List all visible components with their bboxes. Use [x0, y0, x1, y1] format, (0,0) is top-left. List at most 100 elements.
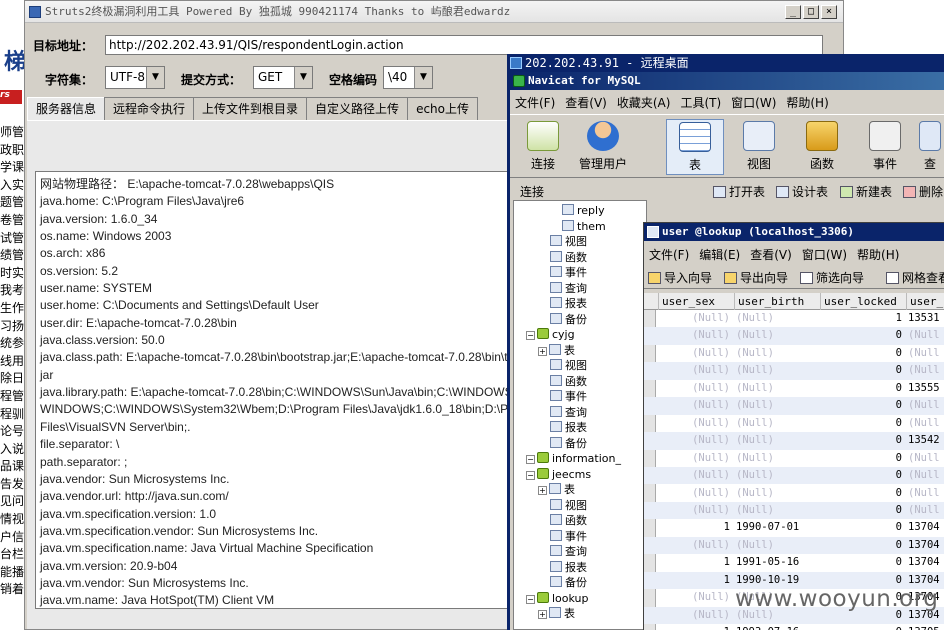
tree-item[interactable]: 视图: [550, 498, 587, 514]
menu-item[interactable]: 收藏夹(A): [612, 93, 676, 113]
navicat-titlebar[interactable]: Navicat for MySQL: [510, 72, 944, 90]
table-row[interactable]: 1 1991-05-16 0 13704: [644, 554, 944, 571]
menu-item[interactable]: 帮助(H): [781, 93, 833, 113]
filter-wizard-button[interactable]: 筛选向导: [800, 267, 864, 289]
tree-item[interactable]: 视图: [550, 358, 587, 374]
tree-item[interactable]: − information_: [526, 451, 621, 467]
tree-item[interactable]: + 表: [538, 606, 575, 622]
collapse-icon[interactable]: −: [526, 331, 535, 340]
chevron-down-icon[interactable]: ▼: [414, 67, 432, 88]
table-row[interactable]: (Null) (Null) 0 (Null: [644, 327, 944, 345]
tab-2[interactable]: 远程命令执行: [104, 97, 195, 120]
tree-item[interactable]: 备份: [550, 575, 587, 591]
table-row[interactable]: (Null) (Null) 1 13531: [644, 310, 944, 327]
toolbar-query[interactable]: 查: [915, 119, 944, 175]
tab-5[interactable]: echo上传: [407, 97, 478, 120]
menu-item[interactable]: 帮助(H): [852, 245, 904, 265]
tree-item[interactable]: 事件: [550, 389, 587, 405]
charset-select[interactable]: UTF-8 ▼: [105, 66, 165, 89]
remote-desktop-titlebar[interactable]: 202.202.43.91 - 远程桌面: [507, 54, 944, 72]
tab-4[interactable]: 自定义路径上传: [306, 97, 409, 120]
tree-item[interactable]: reply: [562, 203, 605, 219]
tree-item[interactable]: + 表: [538, 343, 575, 359]
design-table-button[interactable]: 设计表: [776, 180, 828, 204]
target-url-input[interactable]: http://202.202.43.91/QIS/respondentLogin…: [105, 35, 823, 55]
export-wizard-button[interactable]: 导出向导: [724, 267, 788, 289]
toolbar-functions[interactable]: 函数: [793, 119, 851, 175]
menu-item[interactable]: 窗口(W): [797, 245, 852, 265]
menu-item[interactable]: 窗口(W): [726, 93, 781, 113]
collapse-icon[interactable]: −: [526, 470, 535, 480]
table-row[interactable]: (Null) (Null) 0 (Null: [644, 345, 944, 362]
method-select[interactable]: GET ▼: [253, 66, 313, 89]
table-row[interactable]: 1 1993-07-16 0 13705: [644, 624, 944, 630]
tree-item[interactable]: 视图: [550, 234, 587, 250]
struts-window-titlebar[interactable]: Struts2终极漏洞利用工具 Powered By 独孤城 990421174…: [25, 1, 843, 23]
tree-item[interactable]: 函数: [550, 374, 587, 390]
space-encoding-select[interactable]: \40 ▼: [383, 66, 433, 89]
close-icon[interactable]: ×: [821, 5, 837, 19]
menu-item[interactable]: 文件(F): [644, 245, 694, 265]
column-header[interactable]: user_birth: [734, 293, 820, 310]
table-row[interactable]: (Null) (Null) 0 13542: [644, 432, 944, 450]
import-wizard-button[interactable]: 导入向导: [648, 267, 712, 289]
menu-item[interactable]: 工具(T): [675, 93, 726, 113]
tree-item[interactable]: 事件: [550, 265, 587, 281]
table-row[interactable]: (Null) (Null) 0 (Null: [644, 501, 944, 520]
tree-item[interactable]: 备份: [550, 436, 587, 452]
minimize-icon[interactable]: _: [785, 5, 801, 19]
tree-item[interactable]: 函数: [550, 513, 587, 529]
toolbar-events[interactable]: 事件: [856, 119, 914, 175]
table-row[interactable]: (Null) (Null) 0 13704: [644, 536, 944, 555]
tree-item[interactable]: 报表: [550, 420, 587, 436]
table-row[interactable]: (Null) (Null) 0 (Null: [644, 485, 944, 502]
table-row[interactable]: (Null) (Null) 0 (Null: [644, 467, 944, 485]
collapse-icon[interactable]: −: [526, 455, 535, 464]
menu-item[interactable]: 编辑(E): [694, 245, 745, 265]
tree-item[interactable]: them: [562, 219, 606, 235]
tree-item[interactable]: + 表: [538, 482, 575, 498]
table-row[interactable]: (Null) (Null) 0 (Null: [644, 397, 944, 415]
chevron-down-icon[interactable]: ▼: [146, 67, 164, 88]
expand-icon[interactable]: +: [538, 610, 547, 619]
new-table-button[interactable]: 新建表: [840, 180, 892, 204]
tab-3[interactable]: 上传文件到根目录: [193, 97, 308, 120]
collapse-icon[interactable]: −: [526, 594, 535, 604]
table-row[interactable]: (Null) (Null) 0 (Null: [644, 415, 944, 432]
tree-item[interactable]: 查询: [550, 405, 587, 421]
column-header[interactable]: user_: [906, 293, 944, 310]
toolbar-tables[interactable]: 表: [666, 119, 724, 175]
menu-item[interactable]: 文件(F): [510, 93, 560, 113]
menu-item[interactable]: 查看(V): [560, 93, 612, 113]
table-row[interactable]: 1 1990-07-01 0 13704: [644, 519, 944, 536]
connection-tree[interactable]: reply them 视图 函数 事件 查询 报表 备份 − cyjg + 表视图 函数 事件 查询 报表 备份…: [513, 200, 647, 630]
column-header[interactable]: user_sex: [658, 293, 734, 310]
tab-1[interactable]: 服务器信息: [27, 97, 106, 120]
tree-item[interactable]: − lookup: [526, 591, 589, 607]
grid-view-button[interactable]: 网格查看: [886, 267, 944, 289]
chevron-down-icon[interactable]: ▼: [294, 67, 312, 88]
data-grid[interactable]: user_sex user_birth user_locked user_ (Null…: [644, 293, 944, 630]
menu-item[interactable]: 查看(V): [745, 245, 797, 265]
tree-item[interactable]: 备份: [550, 312, 587, 328]
tree-item[interactable]: 事件: [550, 529, 587, 545]
tree-item[interactable]: 查询: [550, 281, 587, 297]
maximize-icon[interactable]: □: [803, 5, 819, 19]
expand-icon[interactable]: +: [538, 346, 547, 356]
open-table-button[interactable]: 打开表: [713, 180, 765, 204]
tree-item[interactable]: − jeecms: [526, 467, 591, 483]
tree-item[interactable]: 函数: [550, 250, 587, 266]
table-row[interactable]: (Null) (Null) 0 13555: [644, 380, 944, 397]
table-row[interactable]: (Null) (Null) 0 (Null: [644, 450, 944, 467]
tree-item[interactable]: 查询: [550, 544, 587, 560]
table-row[interactable]: (Null) (Null) 0 (Null: [644, 362, 944, 380]
table-window-titlebar[interactable]: user @lookup (localhost_3306): [644, 223, 944, 241]
tree-item[interactable]: 报表: [550, 296, 587, 312]
delete-table-button[interactable]: 删除: [903, 180, 943, 204]
toolbar-manage-users[interactable]: 管理用户: [574, 119, 632, 175]
tree-item[interactable]: 报表: [550, 560, 587, 576]
server-info-textarea[interactable]: 网站物理路径： E:\apache-tomcat-7.0.28\webapps\…: [35, 171, 509, 609]
column-header[interactable]: user_locked: [820, 293, 906, 310]
toolbar-connect[interactable]: 连接: [514, 119, 572, 175]
tree-item[interactable]: − cyjg: [526, 327, 575, 343]
